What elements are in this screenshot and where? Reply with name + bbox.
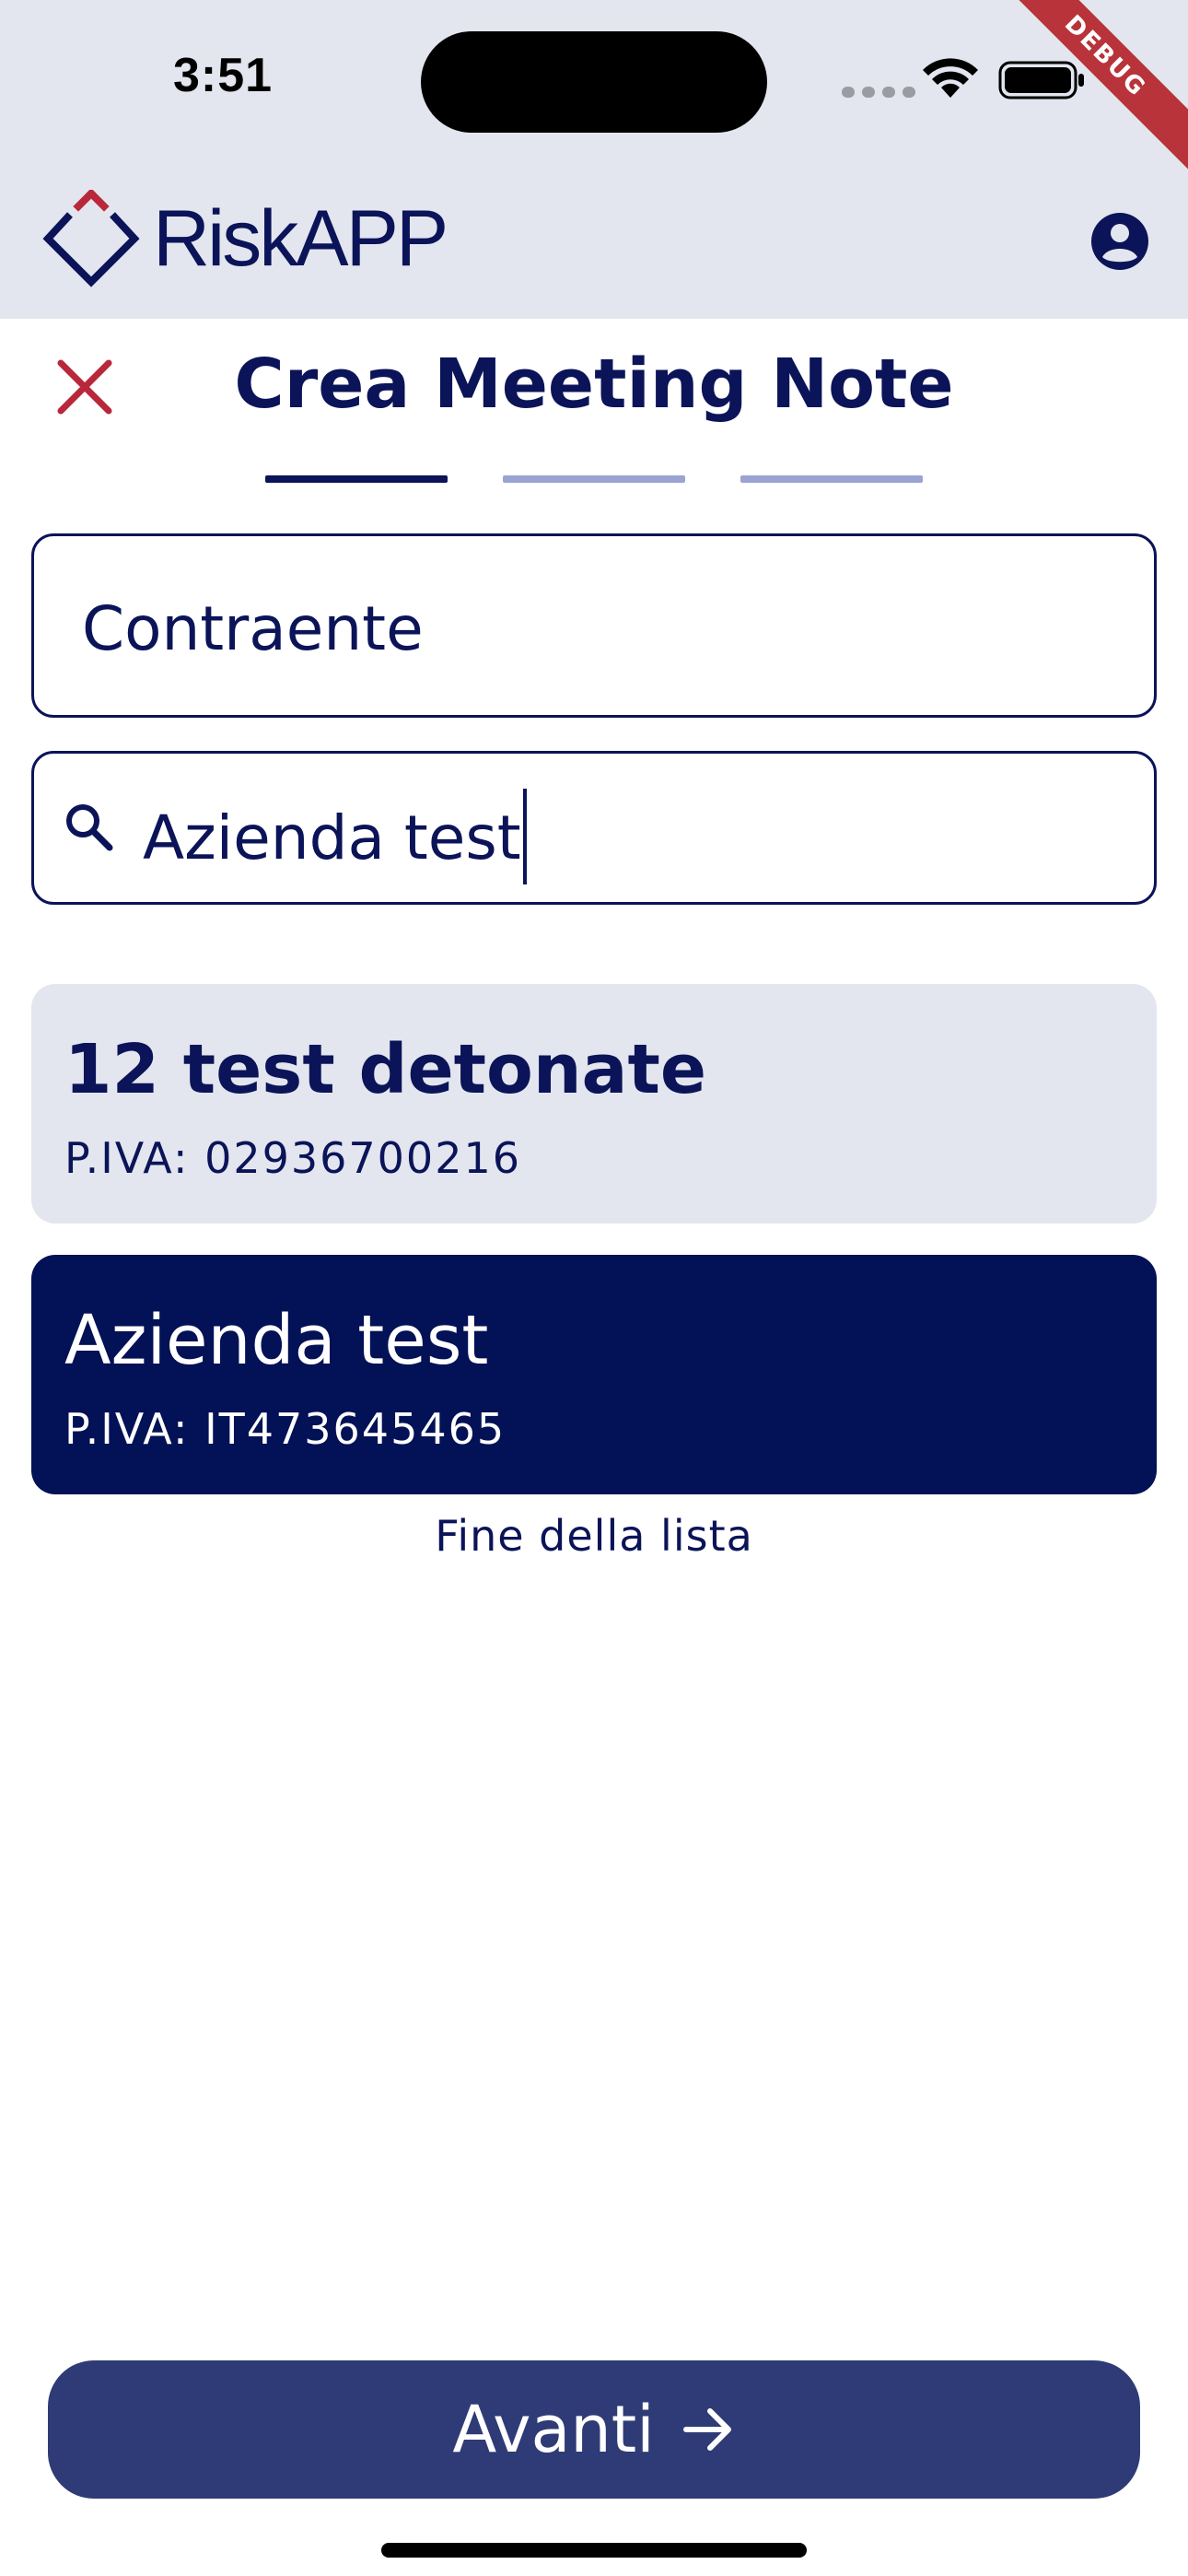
- app-logo: RiskAPP: [42, 190, 448, 287]
- contraente-field-value: Contraente: [82, 593, 424, 664]
- screen: 3:51 DEBUG RiskAPP Crea Meeting Note Con…: [0, 0, 1188, 2576]
- result-card-selected[interactable]: Azienda test P.IVA: IT473645465: [31, 1255, 1157, 1494]
- search-input-value: Azienda test: [143, 789, 527, 890]
- search-icon: [66, 804, 113, 851]
- result-name: Azienda test: [64, 1301, 489, 1380]
- next-button-label: Avanti: [452, 2392, 655, 2467]
- result-card[interactable]: 12 test detonate P.IVA: 02936700216: [31, 984, 1157, 1224]
- text-cursor: [522, 789, 527, 884]
- search-input[interactable]: Azienda test: [31, 751, 1157, 905]
- dynamic-island: [421, 31, 767, 133]
- step-1-indicator: [265, 475, 448, 483]
- arrow-right-icon: [682, 2408, 731, 2451]
- next-button[interactable]: Avanti: [48, 2360, 1140, 2499]
- result-piva: P.IVA: IT473645465: [64, 1404, 507, 1454]
- home-indicator[interactable]: [381, 2543, 807, 2558]
- diamond-logo-icon: [42, 190, 140, 287]
- step-2-indicator: [503, 475, 685, 483]
- page-title: Crea Meeting Note: [234, 345, 954, 424]
- account-circle-icon[interactable]: [1089, 211, 1150, 272]
- step-3-indicator: [740, 475, 923, 483]
- contraente-field[interactable]: Contraente: [31, 533, 1157, 718]
- close-icon[interactable]: [52, 354, 118, 420]
- status-time: 3:51: [173, 49, 274, 102]
- result-piva: P.IVA: 02936700216: [64, 1133, 521, 1183]
- signal-dots-icon: [842, 87, 915, 98]
- logo-text: RiskAPP: [153, 194, 448, 283]
- end-of-list-text: Fine della lista: [435, 1511, 753, 1561]
- wifi-icon: [923, 58, 978, 98]
- step-indicator: [0, 475, 1188, 485]
- result-name: 12 test detonate: [64, 1030, 707, 1109]
- battery-icon: [998, 61, 1084, 100]
